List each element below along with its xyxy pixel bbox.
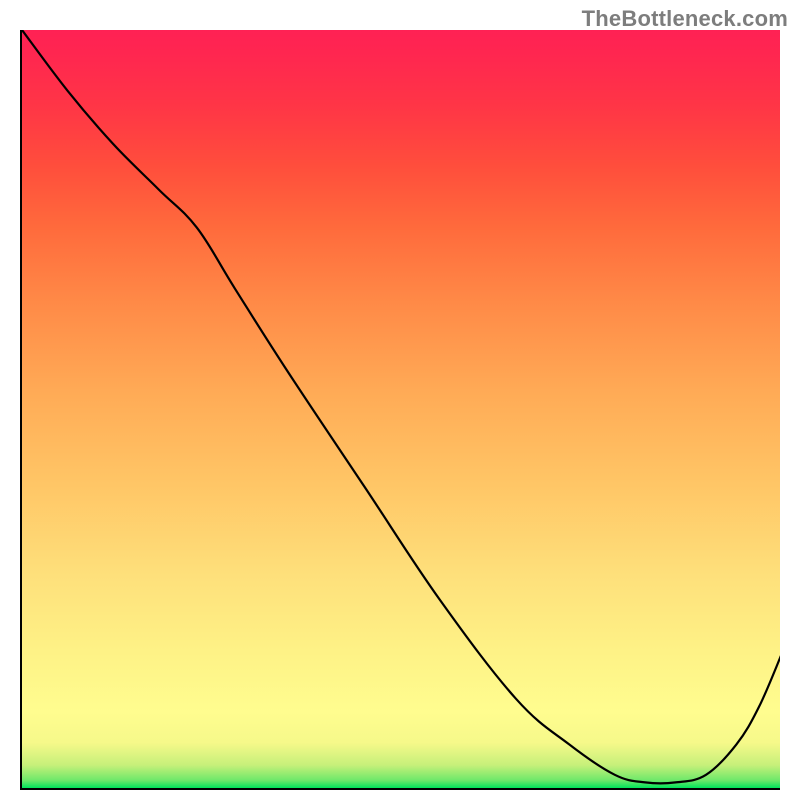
plot-area — [20, 30, 780, 790]
chart-container: TheBottleneck.com — [0, 0, 800, 800]
watermark-text: TheBottleneck.com — [582, 6, 788, 32]
heat-gradient-bg — [22, 30, 780, 788]
